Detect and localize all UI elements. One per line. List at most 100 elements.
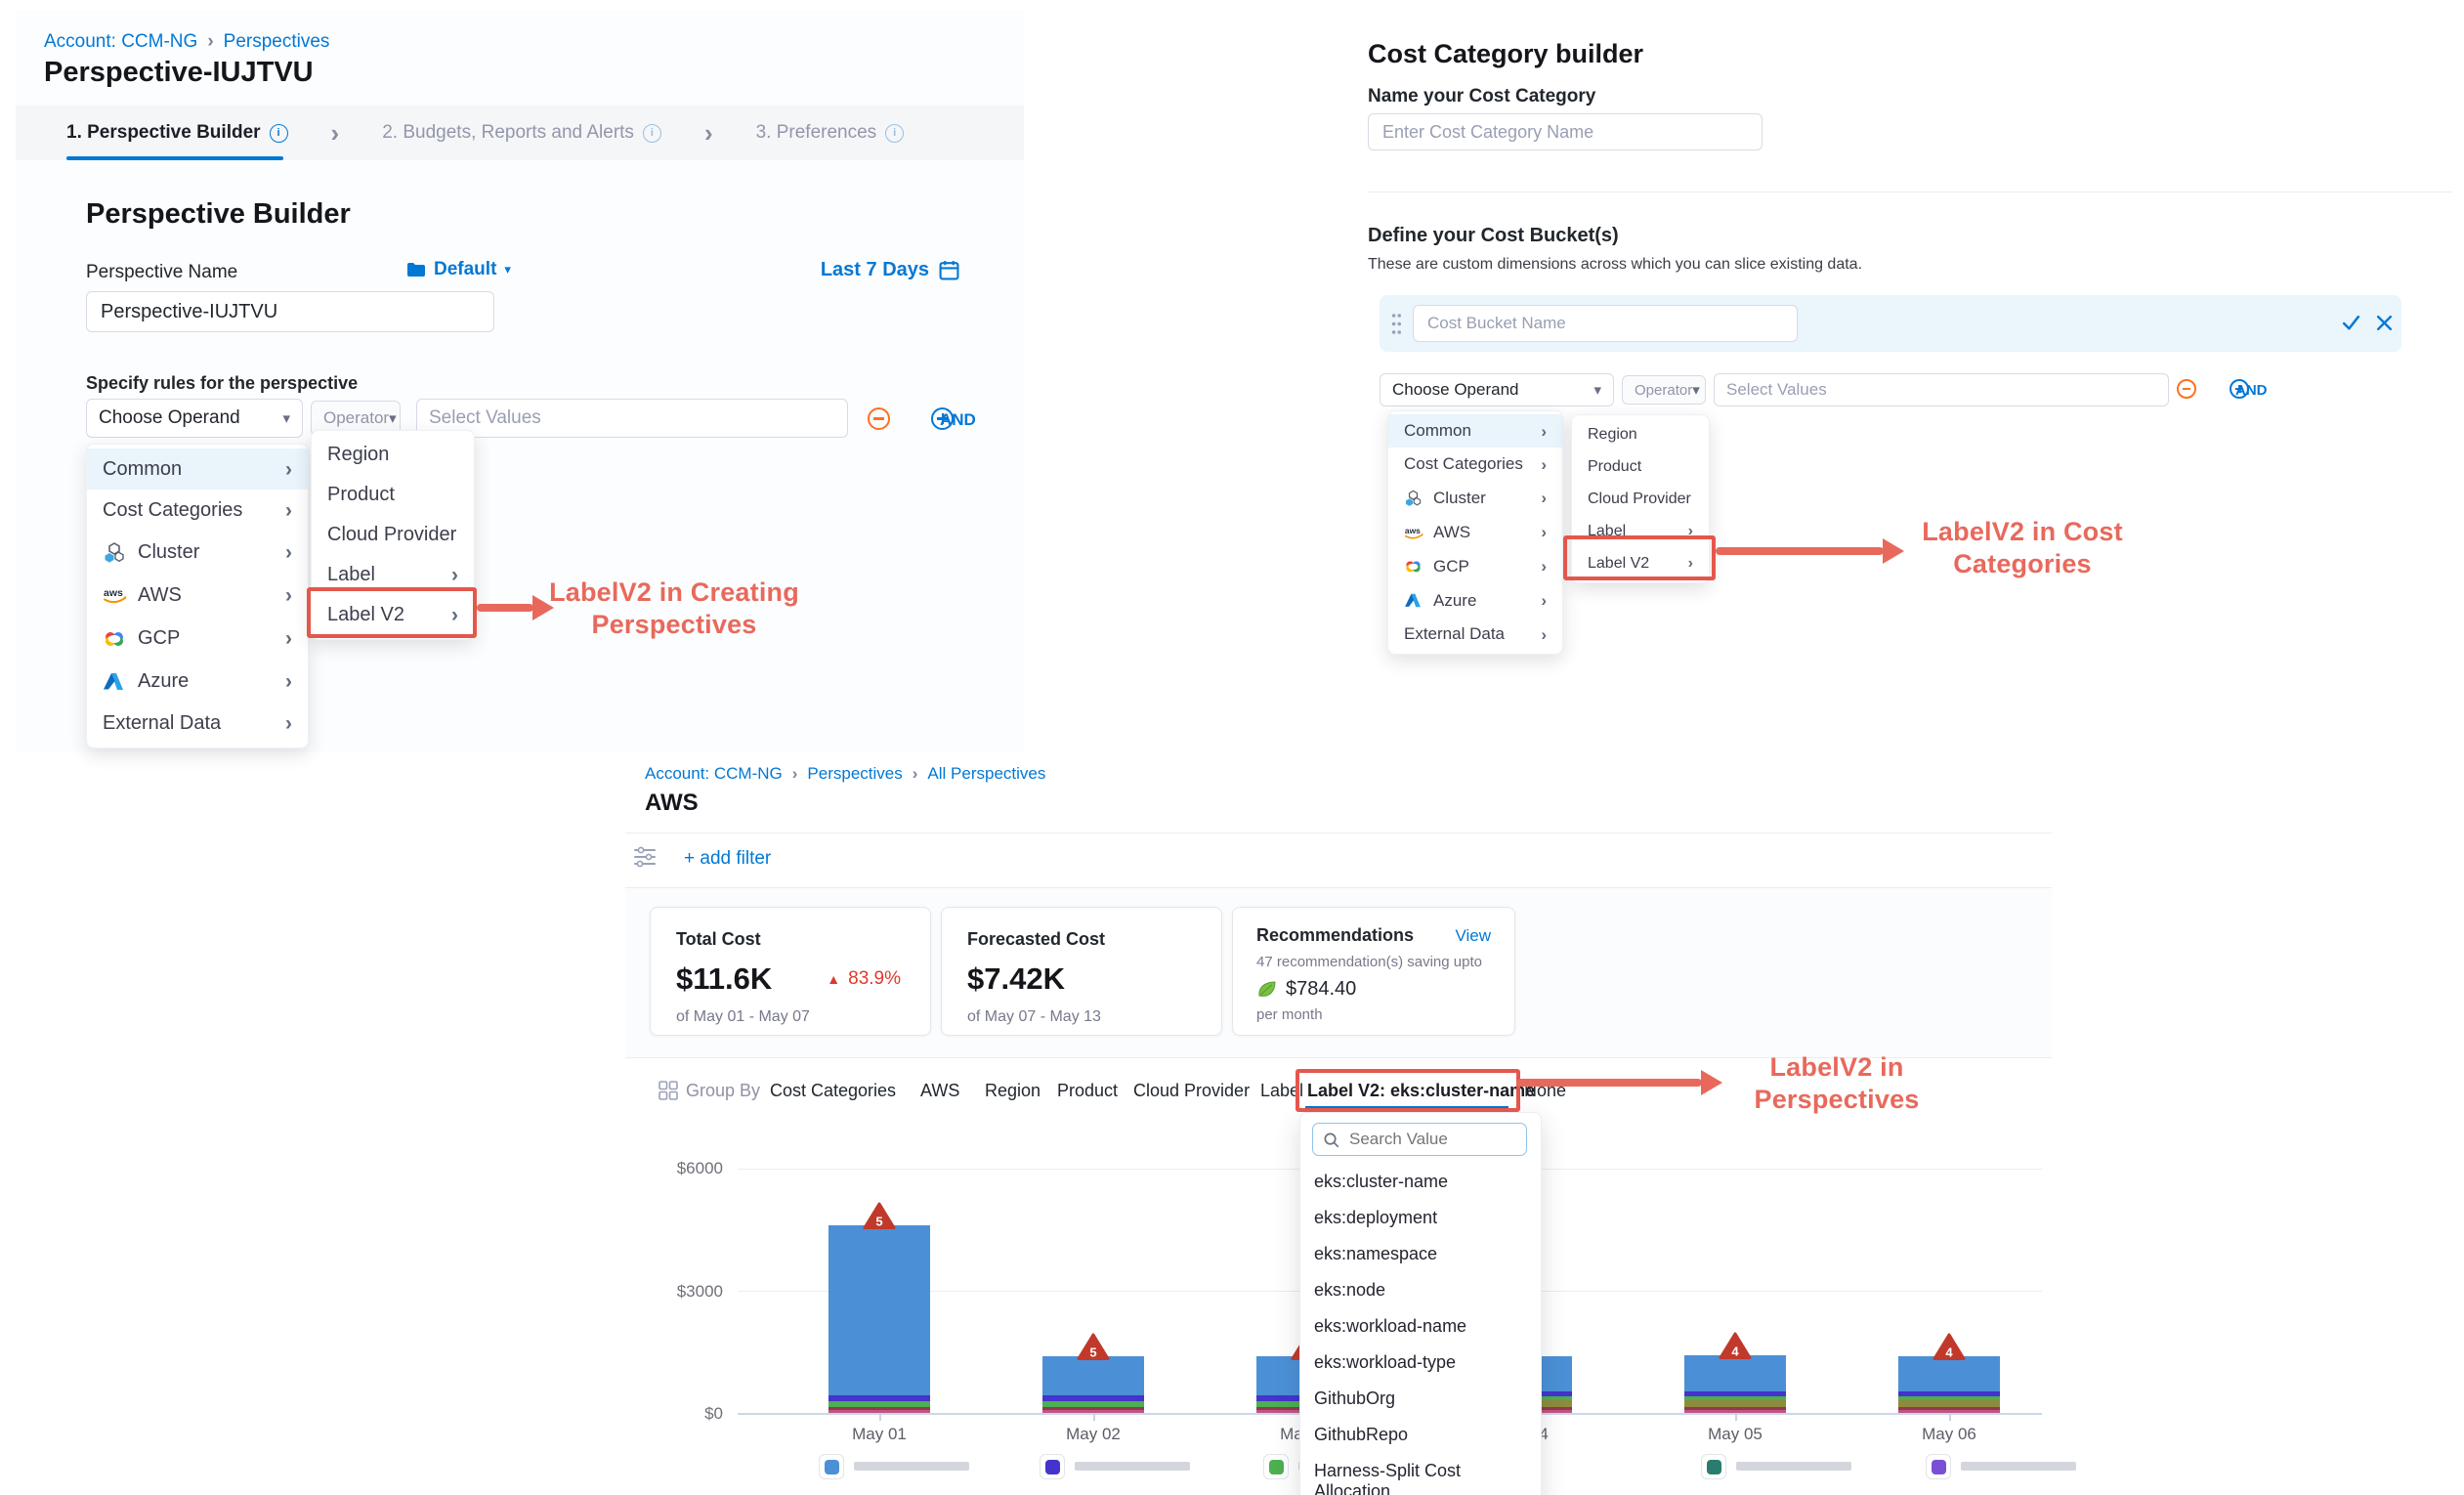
svg-text:aws: aws <box>1405 525 1421 534</box>
submenu-item-label-v2[interactable]: Label V2› <box>312 595 474 635</box>
chart-bar-may-05[interactable] <box>1684 1355 1786 1413</box>
recommendations-period: per month <box>1256 1006 1491 1023</box>
submenu-item-cloud-provider[interactable]: Cloud Provider <box>1572 483 1709 515</box>
legend-item[interactable] <box>1701 1454 1851 1479</box>
anomaly-badge[interactable]: 4 <box>1719 1332 1752 1360</box>
total-cost-value: $11.6K <box>676 961 772 997</box>
chevron-right-icon: › <box>1541 490 1547 506</box>
menu-item-common[interactable]: Common› <box>87 448 308 490</box>
menu-item-aws[interactable]: aws AWS› <box>87 574 308 617</box>
folder-icon <box>406 262 426 278</box>
dropdown-option-eks-namespace[interactable]: eks:namespace <box>1300 1236 1541 1272</box>
submenu-item-cloud-provider[interactable]: Cloud Provider <box>312 515 474 555</box>
and-operator-button[interactable]: AND <box>2235 382 2268 399</box>
menu-item-azure[interactable]: Azure› <box>1388 583 1562 618</box>
select-values-input[interactable]: Select Values <box>416 399 848 438</box>
group-by-aws[interactable]: AWS <box>920 1081 959 1101</box>
chart-bar-may-01[interactable] <box>828 1225 930 1413</box>
group-by-label-v2-active[interactable]: Label V2: eks:cluster-name <box>1307 1081 1535 1101</box>
and-operator-button[interactable]: AND <box>940 410 976 430</box>
tab-preferences[interactable]: 3. Preferences <box>756 122 905 144</box>
search-value-box[interactable] <box>1312 1123 1527 1156</box>
tab-budgets-reports-alerts[interactable]: 2. Budgets, Reports and Alerts <box>382 122 661 144</box>
remove-rule-button[interactable] <box>868 407 890 430</box>
submenu-item-region[interactable]: Region <box>312 435 474 475</box>
drag-handle-icon[interactable] <box>1391 313 1402 340</box>
cost-bucket-name-input[interactable] <box>1413 305 1798 342</box>
menu-item-cluster[interactable]: Cluster› <box>87 531 308 574</box>
breadcrumb-perspectives-link[interactable]: Perspectives <box>224 31 330 52</box>
menu-item-gcp[interactable]: GCP› <box>1388 549 1562 583</box>
dropdown-option-eks-workload-name[interactable]: eks:workload-name <box>1300 1308 1541 1345</box>
date-range-picker[interactable]: Last 7 Days <box>817 259 959 281</box>
submenu-item-product[interactable]: Product <box>312 475 474 515</box>
breadcrumb-all-perspectives-link[interactable]: All Perspectives <box>927 764 1045 783</box>
dropdown-option-githubrepo[interactable]: GithubRepo <box>1300 1417 1541 1453</box>
legend-label-clipped <box>1736 1462 1851 1471</box>
search-value-input[interactable] <box>1347 1129 1508 1150</box>
menu-item-cost-categories[interactable]: Cost Categories› <box>87 490 308 531</box>
breadcrumb-account-link[interactable]: Account: CCM-NG <box>645 764 783 783</box>
group-by-cloud-provider[interactable]: Cloud Provider <box>1133 1081 1250 1101</box>
confirm-check-icon[interactable] <box>2341 313 2361 338</box>
chart-bar-may-02[interactable] <box>1042 1356 1144 1413</box>
info-icon[interactable] <box>270 124 288 143</box>
submenu-item-product[interactable]: Product <box>1572 450 1709 483</box>
group-by-region[interactable]: Region <box>985 1081 1041 1101</box>
chevron-right-icon: › <box>792 764 798 783</box>
annotation-arrow <box>477 604 533 612</box>
menu-item-common[interactable]: Common› <box>1388 414 1562 448</box>
anomaly-badge[interactable]: 5 <box>1077 1333 1110 1361</box>
dropdown-option-githuborg[interactable]: GithubOrg <box>1300 1381 1541 1417</box>
total-cost-period: of May 01 - May 07 <box>676 1008 905 1026</box>
dropdown-option-eks-cluster-name[interactable]: eks:cluster-name <box>1300 1164 1541 1200</box>
dropdown-option-harness-split[interactable]: Harness-Split Cost Allocation <box>1300 1453 1541 1495</box>
choose-operand-dropdown[interactable]: Choose Operand▾ <box>1380 373 1614 406</box>
chart-bar-may-06[interactable] <box>1898 1356 2000 1413</box>
menu-item-aws[interactable]: aws AWS› <box>1388 515 1562 549</box>
folder-selector[interactable]: Default ▾ <box>406 259 511 280</box>
chevron-right-icon: › <box>451 605 458 625</box>
anomaly-badge[interactable]: 4 <box>1933 1333 1966 1361</box>
close-icon[interactable] <box>2376 315 2393 336</box>
legend-item[interactable] <box>1040 1454 1190 1479</box>
dropdown-option-eks-workload-type[interactable]: eks:workload-type <box>1300 1345 1541 1381</box>
breadcrumb: Account: CCM-NG›Perspectives›All Perspec… <box>645 764 1045 784</box>
group-by-cost-categories[interactable]: Cost Categories <box>770 1081 896 1101</box>
breadcrumb-perspectives-link[interactable]: Perspectives <box>807 764 902 783</box>
group-by-label-item[interactable]: Label <box>1260 1081 1303 1101</box>
anomaly-badge[interactable]: 5 <box>863 1202 896 1230</box>
dropdown-option-eks-deployment[interactable]: eks:deployment <box>1300 1200 1541 1236</box>
submenu-item-region[interactable]: Region <box>1572 418 1709 450</box>
legend-item[interactable] <box>819 1454 969 1479</box>
group-by-product[interactable]: Product <box>1057 1081 1118 1101</box>
chevron-right-icon: › <box>207 31 213 52</box>
cost-category-name-input[interactable] <box>1368 113 1763 150</box>
menu-item-external-data[interactable]: External Data› <box>1388 618 1562 651</box>
select-values-input[interactable]: Select Values <box>1714 373 2169 406</box>
submenu-item-label[interactable]: Label› <box>312 555 474 595</box>
tab-perspective-builder[interactable]: 1. Perspective Builder <box>66 122 288 144</box>
view-link[interactable]: View <box>1455 926 1491 946</box>
menu-item-gcp[interactable]: GCP› <box>87 617 308 660</box>
menu-item-cost-categories[interactable]: Cost Categories› <box>1388 448 1562 481</box>
dropdown-option-eks-node[interactable]: eks:node <box>1300 1272 1541 1308</box>
gcp-icon <box>103 629 128 648</box>
legend-swatch <box>1040 1454 1065 1479</box>
chevron-down-icon: ▾ <box>1692 381 1700 399</box>
breadcrumb-account-link[interactable]: Account: CCM-NG <box>44 31 197 52</box>
remove-rule-button[interactable] <box>2177 379 2196 399</box>
legend-item[interactable] <box>1926 1454 2076 1479</box>
filter-icon[interactable] <box>633 846 657 873</box>
choose-operand-dropdown[interactable]: Choose Operand▾ <box>86 399 303 438</box>
menu-item-external-data[interactable]: External Data› <box>87 703 308 744</box>
menu-item-cluster[interactable]: Cluster› <box>1388 481 1562 515</box>
page-title: Perspective-IUJTVU <box>44 57 314 89</box>
submenu-item-label-v2[interactable]: Label V2› <box>1572 547 1709 579</box>
perspective-name-input[interactable] <box>86 291 494 332</box>
forecasted-cost-value: $7.42K <box>967 961 1196 997</box>
operator-dropdown[interactable]: Operator▾ <box>1622 375 1706 405</box>
submenu-item-label[interactable]: Label› <box>1572 515 1709 547</box>
add-filter-button[interactable]: + add filter <box>684 848 771 870</box>
menu-item-azure[interactable]: Azure› <box>87 660 308 703</box>
